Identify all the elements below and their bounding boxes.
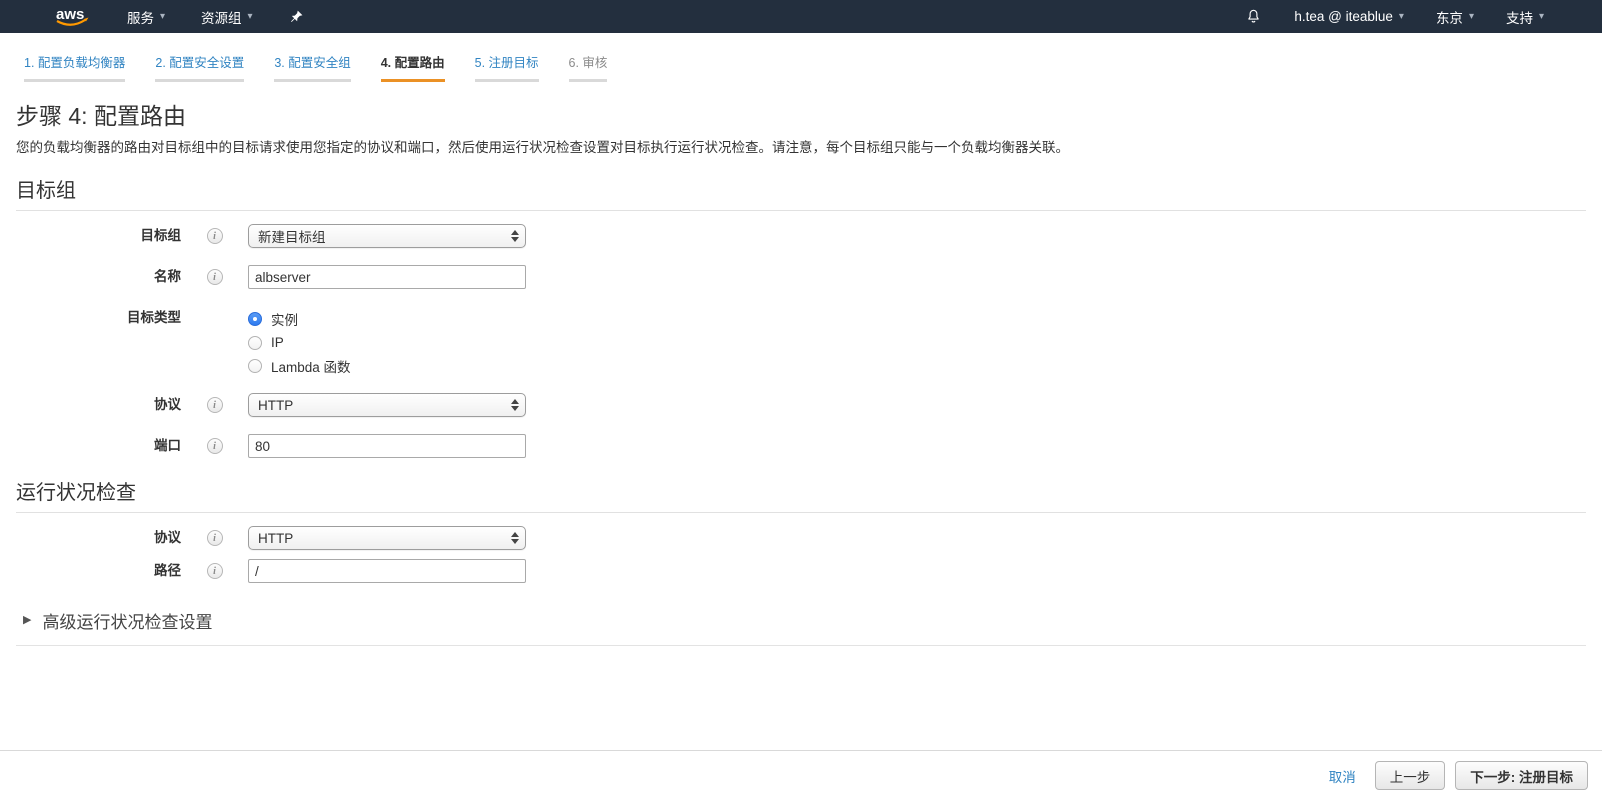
wizard-steps: 1. 配置负载均衡器 2. 配置安全设置 3. 配置安全组 4. 配置路由 5.… xyxy=(0,33,1602,82)
account-name: h.tea @ iteablue xyxy=(1294,9,1393,24)
form-row-port: 端口 i xyxy=(16,434,1586,458)
health-path-label: 路径 xyxy=(16,559,181,583)
radio-unselected-icon[interactable] xyxy=(248,359,262,373)
protocol-label: 协议 xyxy=(16,393,181,417)
step-tab-6-review: 6. 审核 xyxy=(569,52,608,82)
select-updown-icon xyxy=(511,399,519,411)
select-updown-icon xyxy=(511,532,519,544)
info-icon[interactable]: i xyxy=(207,563,223,579)
radio-option-ip[interactable]: IP xyxy=(248,335,351,350)
account-menu[interactable]: h.tea @ iteablue ▾ xyxy=(1294,9,1404,24)
radio-option-lambda[interactable]: Lambda 函数 xyxy=(248,356,351,376)
section-divider xyxy=(16,512,1586,513)
page-description: 您的负载均衡器的路由对目标组中的目标请求使用您指定的协议和端口，然后使用运行状况… xyxy=(16,136,1586,156)
pin-icon xyxy=(289,9,304,24)
health-protocol-select[interactable]: HTTP xyxy=(248,526,526,550)
port-label: 端口 xyxy=(16,434,181,458)
aws-logo-graphic: aws xyxy=(55,5,91,29)
support-label: 支持 xyxy=(1506,7,1533,27)
form-row-target-group: 目标组 i 新建目标组 xyxy=(16,224,1586,248)
select-updown-icon xyxy=(511,230,519,242)
advanced-health-check-expander[interactable]: ▶ 高级运行状况检查设置 xyxy=(16,608,1586,646)
name-input[interactable] xyxy=(248,265,526,289)
target-type-radio-group: 实例 IP Lambda 函数 xyxy=(248,306,351,376)
chevron-down-icon: ▾ xyxy=(1539,12,1544,22)
nav-services-label: 服务 xyxy=(127,7,154,27)
region-name: 东京 xyxy=(1436,7,1463,27)
advanced-health-check-label: 高级运行状况检查设置 xyxy=(42,608,212,633)
step-tab-2-configure-security-settings[interactable]: 2. 配置安全设置 xyxy=(155,52,244,82)
step-tab-4-configure-routing: 4. 配置路由 xyxy=(381,52,445,82)
form-row-protocol: 协议 i HTTP xyxy=(16,393,1586,417)
health-protocol-label: 协议 xyxy=(16,526,181,550)
radio-option-ip-label: IP xyxy=(271,335,284,350)
nav-resource-groups-label: 资源组 xyxy=(201,7,242,27)
chevron-down-icon: ▾ xyxy=(248,12,253,22)
bell-icon xyxy=(1245,8,1262,25)
radio-unselected-icon[interactable] xyxy=(248,336,262,350)
main-content: 步骤 4: 配置路由 您的负载均衡器的路由对目标组中的目标请求使用您指定的协议和… xyxy=(0,97,1602,646)
info-icon[interactable]: i xyxy=(207,269,223,285)
svg-text:aws: aws xyxy=(56,6,84,23)
port-input[interactable] xyxy=(248,434,526,458)
nav-services[interactable]: 服务 ▾ xyxy=(127,7,165,27)
name-label: 名称 xyxy=(16,265,181,289)
health-protocol-select-value: HTTP xyxy=(258,531,293,546)
target-type-label: 目标类型 xyxy=(16,306,181,330)
page-title: 步骤 4: 配置路由 xyxy=(16,97,1586,131)
radio-option-instance[interactable]: 实例 xyxy=(248,309,351,329)
step-tab-1-configure-load-balancer[interactable]: 1. 配置负载均衡器 xyxy=(24,52,125,82)
protocol-select-value: HTTP xyxy=(258,398,293,413)
section-title-health-check: 运行状况检查 xyxy=(16,476,1586,505)
form-row-health-path: 路径 i xyxy=(16,559,1586,583)
cancel-button[interactable]: 取消 xyxy=(1329,766,1356,786)
form-row-health-protocol: 协议 i HTTP xyxy=(16,526,1586,550)
info-icon[interactable]: i xyxy=(207,530,223,546)
target-group-select[interactable]: 新建目标组 xyxy=(248,224,526,248)
pin-shortcut-button[interactable] xyxy=(289,9,304,24)
support-menu[interactable]: 支持 ▾ xyxy=(1506,7,1544,27)
step-tab-5-register-targets[interactable]: 5. 注册目标 xyxy=(475,52,539,82)
chevron-down-icon: ▾ xyxy=(1399,12,1404,22)
health-path-input[interactable] xyxy=(248,559,526,583)
info-icon[interactable]: i xyxy=(207,228,223,244)
radio-option-lambda-label: Lambda 函数 xyxy=(271,356,351,376)
previous-step-button[interactable]: 上一步 xyxy=(1375,761,1446,790)
info-icon[interactable]: i xyxy=(207,438,223,454)
caret-right-icon: ▶ xyxy=(23,615,31,626)
aws-logo[interactable]: aws xyxy=(55,5,91,29)
top-navigation-bar: aws 服务 ▾ 资源组 ▾ h.tea @ iteablue xyxy=(0,0,1602,33)
next-step-button[interactable]: 下一步: 注册目标 xyxy=(1455,761,1588,790)
section-title-target-group: 目标组 xyxy=(16,174,1586,203)
wizard-footer: 取消 上一步 下一步: 注册目标 xyxy=(0,750,1602,800)
info-icon[interactable]: i xyxy=(207,397,223,413)
chevron-down-icon: ▾ xyxy=(160,12,165,22)
notifications-button[interactable] xyxy=(1245,8,1262,25)
target-group-select-value: 新建目标组 xyxy=(258,226,326,246)
nav-resource-groups[interactable]: 资源组 ▾ xyxy=(201,7,253,27)
chevron-down-icon: ▾ xyxy=(1469,12,1474,22)
target-group-label: 目标组 xyxy=(16,224,181,248)
form-row-name: 名称 i xyxy=(16,265,1586,289)
section-divider xyxy=(16,210,1586,211)
form-row-target-type: 目标类型 实例 IP Lambda 函数 xyxy=(16,306,1586,376)
region-menu[interactable]: 东京 ▾ xyxy=(1436,7,1474,27)
step-tab-3-configure-security-groups[interactable]: 3. 配置安全组 xyxy=(274,52,350,82)
protocol-select[interactable]: HTTP xyxy=(248,393,526,417)
radio-selected-icon[interactable] xyxy=(248,312,262,326)
radio-option-instance-label: 实例 xyxy=(271,309,298,329)
